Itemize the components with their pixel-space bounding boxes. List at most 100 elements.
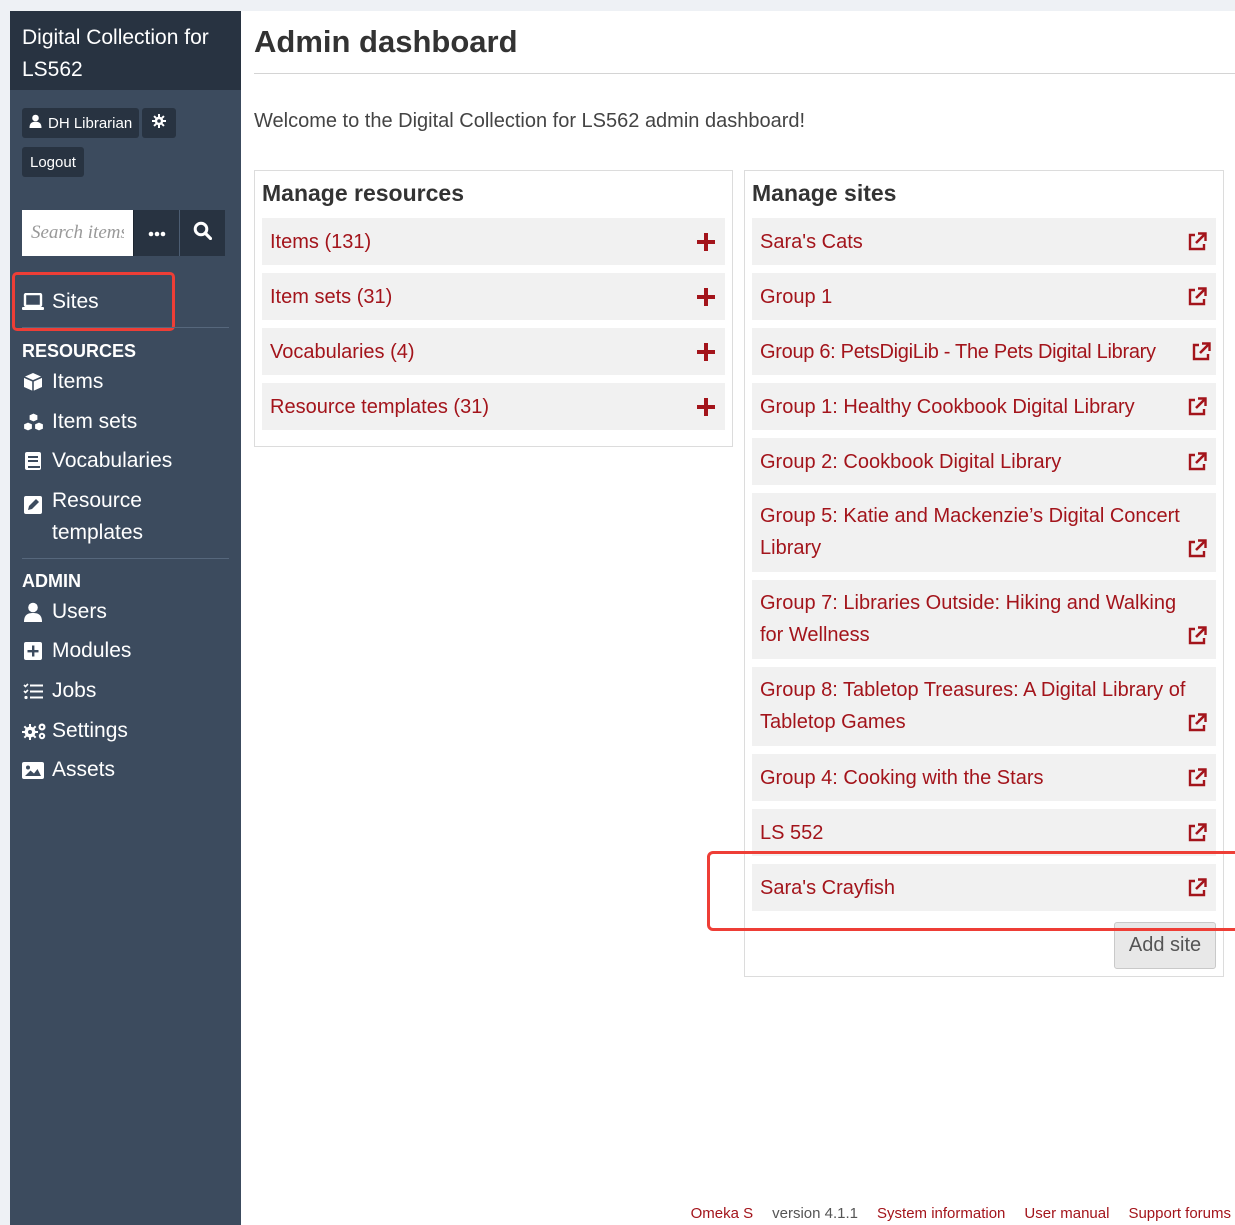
search-input[interactable] (22, 210, 133, 256)
site-row[interactable]: Group 5: Katie and Mackenzie’s Digital C… (752, 493, 1216, 572)
book-icon (22, 450, 44, 472)
resource-row-items[interactable]: Items (131) (262, 218, 725, 265)
add-icon[interactable] (695, 341, 717, 363)
crayfish-highlight-box (707, 851, 1235, 931)
site-row[interactable]: Sara's Cats (752, 218, 1216, 265)
footer-support-link[interactable]: Support forums (1128, 1205, 1231, 1222)
site-row[interactable]: Group 1 (752, 273, 1216, 320)
site-link[interactable]: Group 2: Cookbook Digital Library (760, 446, 1186, 478)
laptop-icon (22, 291, 44, 313)
sidebar: Digital Collection for LS562 DH Libraria… (10, 11, 241, 1225)
sidebar-item-items[interactable]: Items (22, 370, 103, 394)
cogs-icon (22, 720, 48, 742)
footer-brand-link[interactable]: Omeka S (691, 1205, 754, 1222)
site-row[interactable]: Group 8: Tabletop Treasures: A Digital L… (752, 667, 1216, 746)
sidebar-item-label: Modules (52, 639, 132, 662)
add-icon[interactable] (695, 396, 717, 418)
sidebar-item-item-sets[interactable]: Item sets (22, 410, 137, 434)
search-options-button[interactable] (133, 210, 179, 256)
resource-link[interactable]: Vocabularies (4) (270, 336, 695, 368)
resource-link[interactable]: Item sets (31) (270, 281, 695, 313)
site-link[interactable]: LS 552 (760, 817, 1186, 849)
resource-row-resource-templates[interactable]: Resource templates (31) (262, 383, 725, 430)
image-icon (22, 759, 44, 781)
site-link[interactable]: Group 6: PetsDigiLib - The Pets Digital … (760, 336, 1190, 368)
admin-heading: ADMIN (22, 571, 81, 591)
search-icon (193, 221, 213, 245)
site-link[interactable]: Group 1 (760, 281, 1186, 313)
site-row[interactable]: Group 6: PetsDigiLib - The Pets Digital … (752, 328, 1216, 375)
site-link[interactable]: Group 4: Cooking with the Stars (760, 762, 1186, 794)
logout-button[interactable]: Logout (22, 147, 84, 177)
sidebar-item-resource-templates[interactable]: Resource templates (22, 489, 202, 549)
user-bar: DH Librarian (22, 108, 177, 138)
search-submit-button[interactable] (179, 210, 225, 256)
site-brand[interactable]: Digital Collection for LS562 (10, 11, 241, 90)
resource-link[interactable]: Items (131) (270, 226, 695, 258)
sidebar-item-label: Resource templates (52, 489, 144, 544)
plus-square-icon (22, 640, 44, 662)
sidebar-item-sites[interactable]: Sites (22, 290, 99, 314)
sidebar-item-assets[interactable]: Assets (22, 758, 115, 782)
resources-heading: RESOURCES (22, 341, 137, 361)
edit-icon (22, 494, 44, 516)
external-link-icon[interactable] (1186, 767, 1208, 789)
sidebar-item-settings[interactable]: Settings (22, 719, 128, 743)
sidebar-item-modules[interactable]: Modules (22, 639, 131, 663)
sidebar-divider (22, 327, 229, 328)
site-link[interactable]: Group 5: Katie and Mackenzie’s Digital C… (760, 500, 1208, 564)
footer-system-info-link[interactable]: System information (877, 1205, 1005, 1222)
cube-icon (22, 371, 44, 393)
external-link-icon[interactable] (1186, 396, 1208, 418)
external-link-icon[interactable] (1186, 625, 1208, 647)
resource-row-item-sets[interactable]: Item sets (31) (262, 273, 725, 320)
external-link-icon[interactable] (1186, 231, 1208, 253)
site-link[interactable]: Group 8: Tabletop Treasures: A Digital L… (760, 674, 1208, 738)
external-link-icon[interactable] (1190, 341, 1212, 363)
external-link-icon[interactable] (1186, 822, 1208, 844)
external-link-icon[interactable] (1186, 538, 1208, 560)
external-link-icon[interactable] (1186, 712, 1208, 734)
cubes-icon (22, 411, 44, 433)
page-title: Admin dashboard (254, 24, 518, 59)
main-content: Admin dashboard Welcome to the Digital C… (241, 11, 1235, 1225)
add-icon[interactable] (695, 231, 717, 253)
title-divider (254, 73, 1235, 74)
resource-row-vocabularies[interactable]: Vocabularies (4) (262, 328, 725, 375)
sidebar-item-jobs[interactable]: Jobs (22, 679, 96, 703)
site-link[interactable]: Group 1: Healthy Cookbook Digital Librar… (760, 391, 1186, 423)
site-row[interactable]: Group 1: Healthy Cookbook Digital Librar… (752, 383, 1216, 430)
site-link[interactable]: Group 7: Libraries Outside: Hiking and W… (760, 587, 1208, 651)
sidebar-item-label: Item sets (52, 410, 138, 433)
sidebar-item-label: Jobs (52, 679, 97, 702)
site-row[interactable]: Group 7: Libraries Outside: Hiking and W… (752, 580, 1216, 659)
site-row[interactable]: Group 2: Cookbook Digital Library (752, 438, 1216, 485)
site-row[interactable]: LS 552 (752, 809, 1216, 856)
panel-heading: Manage resources (262, 180, 464, 206)
welcome-message: Welcome to the Digital Collection for LS… (254, 110, 806, 132)
footer-user-manual-link[interactable]: User manual (1024, 1205, 1109, 1222)
add-icon[interactable] (695, 286, 717, 308)
resource-link[interactable]: Resource templates (31) (270, 391, 695, 423)
external-link-icon[interactable] (1186, 286, 1208, 308)
tasks-icon (22, 680, 44, 702)
site-link[interactable]: Sara's Cats (760, 226, 1186, 258)
gear-icon (152, 113, 167, 133)
sidebar-item-label: Users (52, 600, 107, 623)
footer: Omeka S version 4.1.1 System information… (672, 1205, 1231, 1222)
sidebar-item-label: Settings (52, 719, 128, 742)
user-name: DH Librarian (48, 114, 133, 132)
sidebar-item-users[interactable]: Users (22, 600, 107, 624)
sidebar-item-label: Items (52, 370, 104, 393)
ellipsis-icon (148, 224, 166, 242)
sidebar-item-label: Assets (52, 758, 116, 781)
site-row[interactable]: Group 4: Cooking with the Stars (752, 754, 1216, 801)
user-button[interactable]: DH Librarian (22, 108, 140, 138)
user-icon (22, 601, 44, 623)
sidebar-item-label: Vocabularies (52, 449, 173, 472)
user-settings-button[interactable] (142, 108, 177, 138)
external-link-icon[interactable] (1186, 451, 1208, 473)
sidebar-item-vocabularies[interactable]: Vocabularies (22, 449, 172, 473)
sidebar-divider (22, 558, 229, 559)
sidebar-item-label: Sites (52, 290, 99, 313)
